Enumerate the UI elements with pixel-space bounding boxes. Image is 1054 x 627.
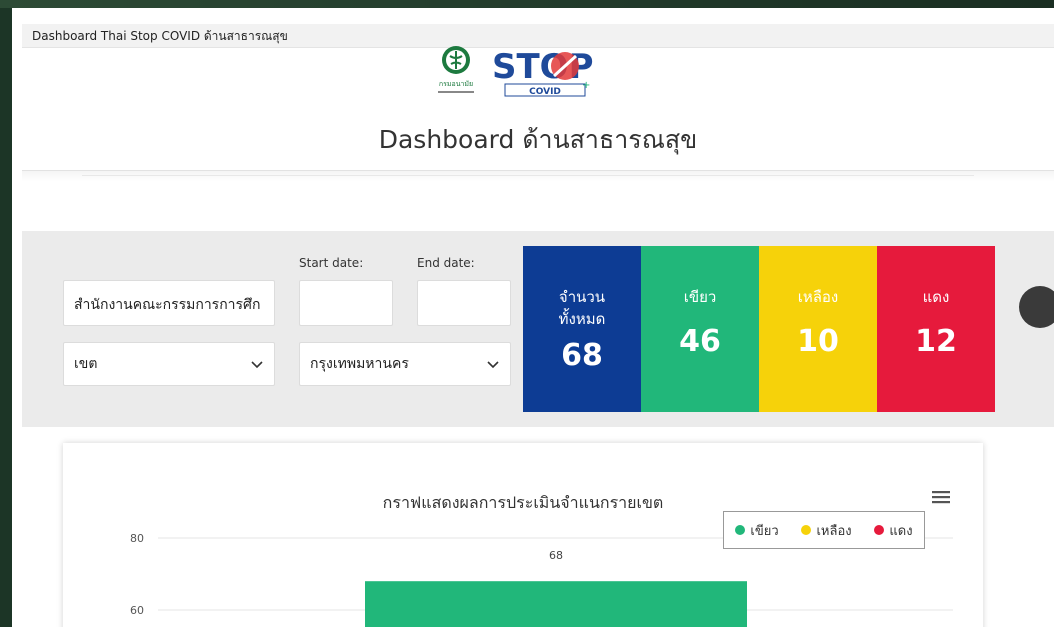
zone-select[interactable]: เขต <box>63 342 275 386</box>
side-toggle-button[interactable] <box>1019 286 1054 328</box>
legend-label-green: เขียว <box>750 523 779 539</box>
total-count-label-line2: ทั้งหมด <box>558 310 606 328</box>
legend-dot-green <box>735 525 746 535</box>
filter-panel: สำนักงานคณะกรรมการการศึก Start date: End… <box>22 231 1054 427</box>
yellow-count-label: เหลือง <box>797 288 839 306</box>
green-count-label: เขียว <box>683 288 717 306</box>
y-tick-label: 80 <box>130 532 144 545</box>
dept-logo-text: กรมอนามัย <box>439 80 473 88</box>
legend-label-yellow: เหลือง <box>816 523 852 539</box>
red-count-tile: แดง 12 <box>877 246 995 412</box>
province-select[interactable]: กรุงเทพมหานคร <box>299 342 511 386</box>
legend-item-red[interactable]: แดง <box>874 520 913 541</box>
legend-item-green[interactable]: เขียว <box>735 520 779 541</box>
yellow-count-value: 10 <box>797 324 839 359</box>
agency-input[interactable]: สำนักงานคณะกรรมการการศึก <box>63 280 275 326</box>
stop-covid-logo: STOP COVID + <box>492 47 594 97</box>
legend-label-red: แดง <box>889 523 913 539</box>
green-count-tile: เขียว 46 <box>641 246 759 412</box>
zone-select-value: เขต <box>74 356 98 372</box>
y-tick-label: 60 <box>130 604 144 617</box>
title-divider <box>22 170 1054 182</box>
chart-legend: เขียว เหลือง แดง <box>723 511 925 549</box>
legend-dot-red <box>874 525 885 535</box>
red-count-label: แดง <box>922 288 950 306</box>
chevron-down-icon <box>251 361 263 369</box>
total-count-label-line1: จำนวน <box>558 288 606 306</box>
end-date-label: End date: <box>417 256 475 270</box>
logos: กรมอนามัย STOP COVID + <box>430 42 640 100</box>
browser-window: Dashboard Thai Stop COVID ด้านสาธารณสุข … <box>12 8 1054 627</box>
legend-dot-yellow <box>801 525 812 535</box>
page-title: Dashboard ด้านสาธารณสุข <box>378 125 698 154</box>
department-of-health-logo: กรมอนามัย <box>438 46 474 93</box>
covid-logo-text: COVID <box>529 87 561 97</box>
bar-green[interactable] <box>365 581 747 627</box>
province-select-value: กรุงเทพมหานคร <box>310 356 409 372</box>
top-strip <box>0 0 1054 8</box>
menu-icon[interactable] <box>932 489 950 505</box>
total-count-value: 68 <box>561 338 603 373</box>
start-date-label: Start date: <box>299 256 364 270</box>
end-date-input[interactable] <box>417 280 511 326</box>
bar-data-label: 68 <box>549 549 563 562</box>
svg-text:+: + <box>582 80 590 91</box>
red-count-value: 12 <box>915 324 957 359</box>
chevron-down-icon <box>487 361 499 369</box>
legend-item-yellow[interactable]: เหลือง <box>801 520 852 541</box>
yellow-count-tile: เหลือง 10 <box>759 246 877 412</box>
start-date-input[interactable] <box>299 280 393 326</box>
total-count-tile: จำนวน ทั้งหมด 68 <box>523 246 641 412</box>
green-count-value: 46 <box>679 324 721 359</box>
chart-card: 80 60 68 กราฟแสดงผลการประเมินจำแนกรายเขต … <box>63 443 983 627</box>
